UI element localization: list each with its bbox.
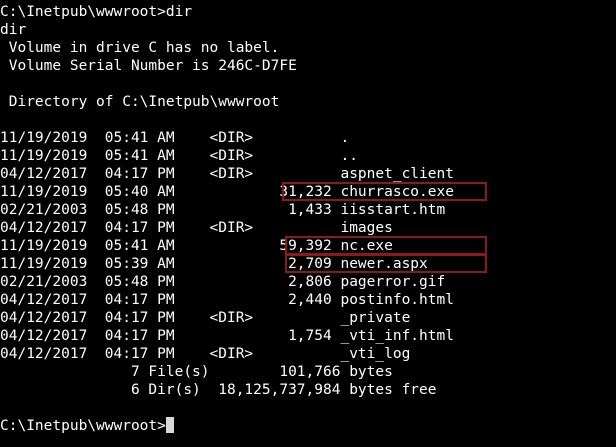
- summary-files: 7 File(s) 101,766 bytes: [0, 364, 393, 380]
- file-entry: 04/12/2017 04:17 PM 1,754 _vti_inf.html: [0, 328, 454, 344]
- file-entry: 02/21/2003 05:48 PM 2,806 pagerror.gif: [0, 274, 446, 290]
- terminal-line-echo: dir: [0, 22, 27, 38]
- dir-entry: 04/12/2017 04:17 PM <DIR> _private: [0, 310, 411, 326]
- dir-entry: 04/12/2017 04:17 PM <DIR> images: [0, 220, 393, 236]
- highlight-box-newer: [285, 254, 487, 273]
- terminal-line-directory: Directory of C:\Inetpub\wwwroot: [0, 94, 280, 110]
- terminal-line-command: C:\Inetpub\wwwroot>dir: [0, 4, 193, 20]
- dir-entry: 11/19/2019 05:41 AM <DIR> ..: [0, 148, 358, 164]
- prompt-text: C:\Inetpub\wwwroot>: [0, 418, 166, 434]
- highlight-box-nc: [285, 236, 487, 255]
- terminal-line-serial: Volume Serial Number is 246C-D7FE: [0, 58, 297, 74]
- text-cursor: [165, 417, 174, 433]
- terminal-line-volume: Volume in drive C has no label.: [0, 40, 280, 56]
- terminal-prompt[interactable]: C:\Inetpub\wwwroot>: [0, 417, 174, 435]
- dir-entry: 11/19/2019 05:41 AM <DIR> .: [0, 130, 350, 146]
- file-entry: 02/21/2003 05:48 PM 1,433 iisstart.htm: [0, 202, 446, 218]
- summary-dirs: 6 Dir(s) 18,125,737,984 bytes free: [0, 382, 437, 398]
- highlight-box-churrasco: [282, 182, 487, 201]
- file-entry: 04/12/2017 04:17 PM 2,440 postinfo.html: [0, 292, 454, 308]
- terminal-window[interactable]: C:\Inetpub\wwwroot>dir dir Volume in dri…: [0, 0, 616, 447]
- dir-entry: 04/12/2017 04:17 PM <DIR> aspnet_client: [0, 166, 454, 182]
- dir-entry: 04/12/2017 04:17 PM <DIR> _vti_log: [0, 346, 411, 362]
